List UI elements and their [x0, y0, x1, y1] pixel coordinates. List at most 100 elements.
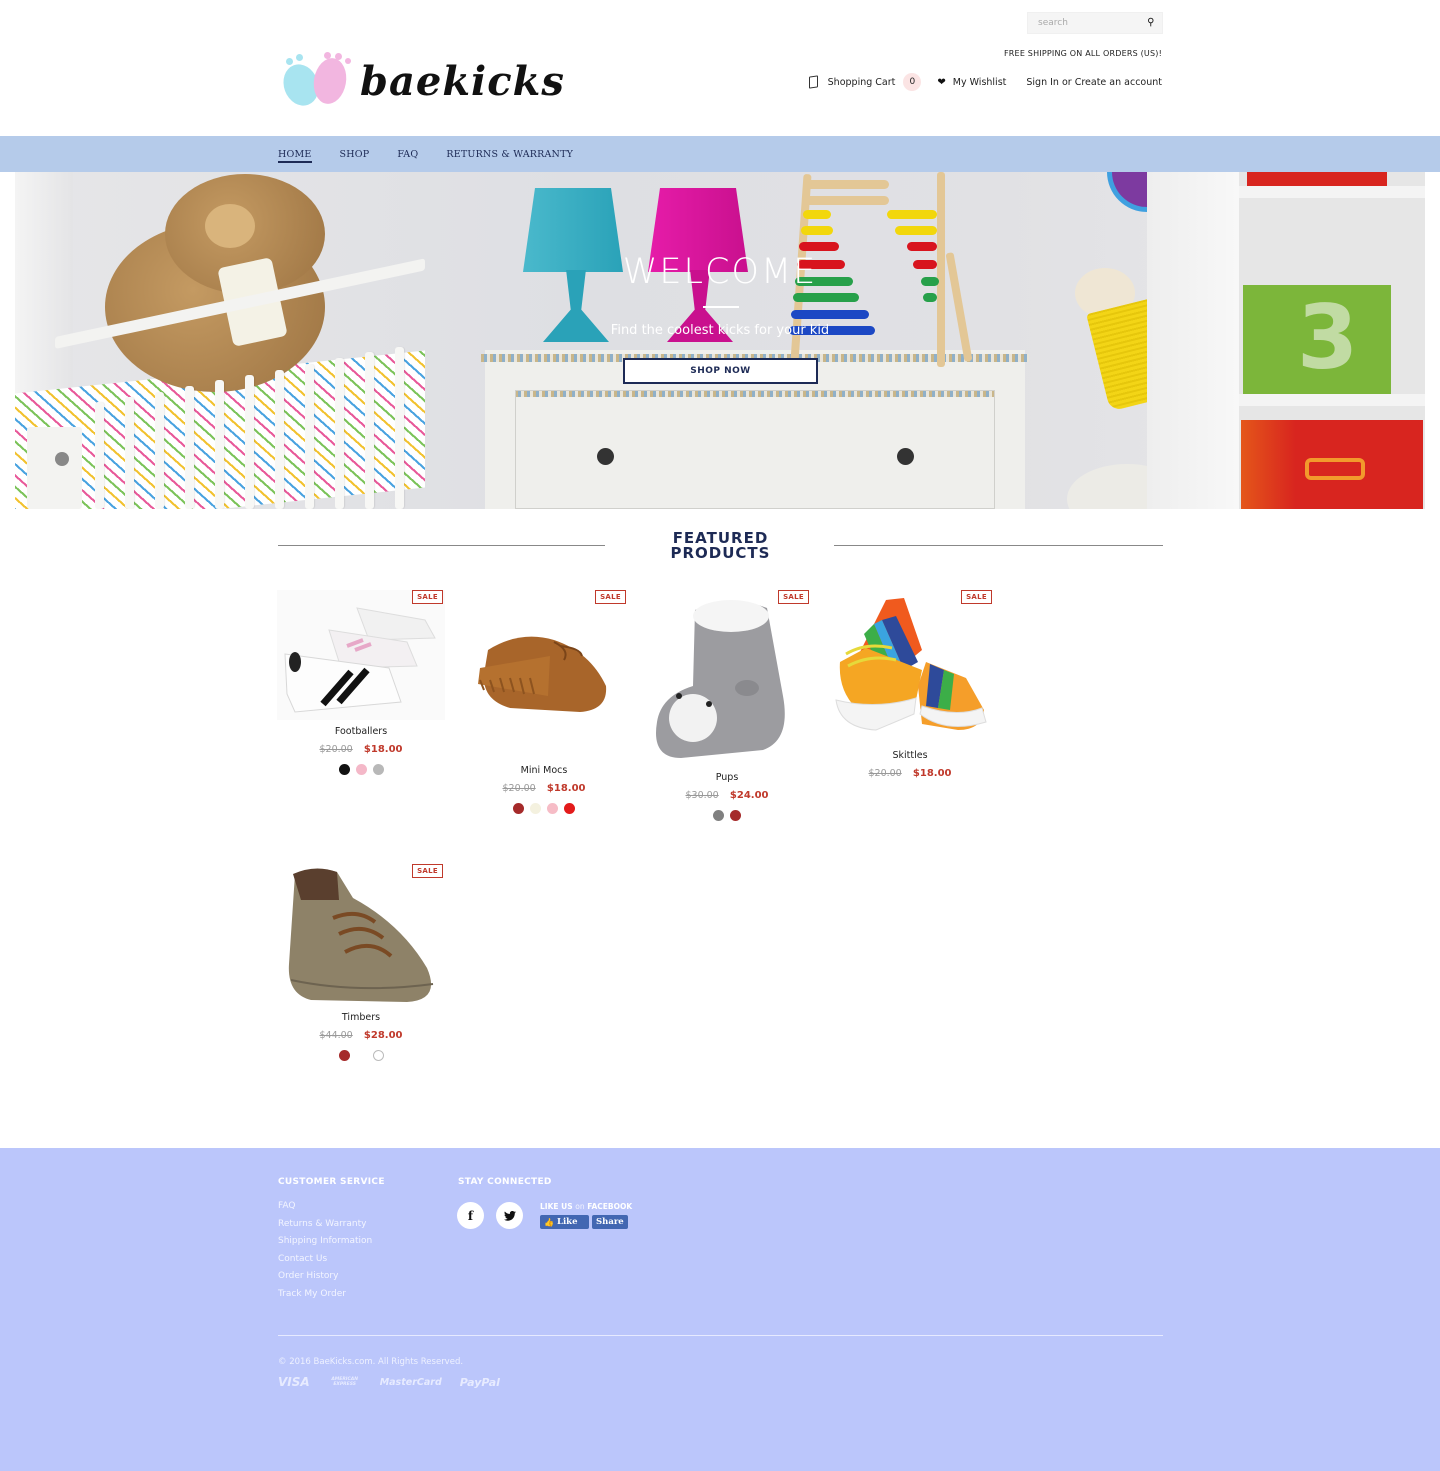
footer-link-shipping[interactable]: Shipping Information: [278, 1236, 372, 1246]
payment-methods: VISA AMERICAN EXPRESS MasterCard PayPal: [278, 1375, 500, 1389]
product-price: $20.00 $18.00: [826, 768, 994, 779]
product-card[interactable]: SALE Footballers $20.00 $18.00: [277, 590, 445, 775]
product-card[interactable]: SALE Mini Mocs $20.00 $18.00: [460, 590, 628, 814]
shop-now-button[interactable]: SHOP NOW: [623, 358, 818, 384]
customer-service-links: FAQ Returns & Warranty Shipping Informat…: [278, 1201, 372, 1306]
search-box: ⚲: [1027, 12, 1163, 34]
color-swatch[interactable]: [530, 803, 541, 814]
search-icon[interactable]: ⚲: [1147, 17, 1154, 28]
footer-link-faq[interactable]: FAQ: [278, 1201, 372, 1211]
color-swatch[interactable]: [564, 803, 575, 814]
amex-icon: AMERICAN EXPRESS: [331, 1377, 359, 1387]
color-swatches: [460, 803, 628, 814]
nav-item-shop[interactable]: SHOP: [340, 149, 370, 163]
sale-price: $24.00: [729, 790, 769, 801]
color-swatch[interactable]: [730, 810, 741, 821]
hero-banner: 3 WELCOME Find the coolest kicks for you…: [15, 172, 1425, 509]
facebook-icon[interactable]: f: [457, 1202, 484, 1229]
product-name[interactable]: Mini Mocs: [460, 765, 628, 776]
boot-image: [656, 600, 785, 758]
color-swatch[interactable]: [713, 810, 724, 821]
twitter-icon[interactable]: [496, 1202, 523, 1229]
nav-item-home[interactable]: HOME: [278, 149, 312, 163]
color-swatches: [277, 764, 445, 775]
product-image[interactable]: SALE: [460, 590, 628, 759]
site-header: baekicks ⚲ FREE SHIPPING ON ALL ORDERS (…: [0, 0, 1440, 136]
site-footer: CUSTOMER SERVICE FAQ Returns & Warranty …: [0, 1148, 1440, 1471]
footer-link-returns[interactable]: Returns & Warranty: [278, 1219, 372, 1229]
footer-link-track-order[interactable]: Track My Order: [278, 1289, 372, 1299]
mastercard-icon: MasterCard: [379, 1376, 442, 1388]
color-swatch[interactable]: [338, 764, 350, 775]
color-swatch[interactable]: [338, 1050, 350, 1061]
color-swatch[interactable]: [513, 803, 524, 814]
product-image[interactable]: SALE: [277, 864, 445, 1006]
search-input[interactable]: [1028, 18, 1138, 28]
like-us-text: LIKE US: [540, 1202, 573, 1211]
section-title-line2: PRODUCTS: [670, 544, 771, 562]
sign-in-link[interactable]: Sign In or Create an account: [1026, 77, 1162, 88]
shopping-cart-link[interactable]: Shopping Cart: [828, 77, 896, 88]
product-card[interactable]: SALE Timbers $44.00 $28.00: [277, 864, 445, 1061]
sale-badge: SALE: [595, 590, 626, 604]
hero-overlay: WELCOME Find the coolest kicks for your …: [15, 172, 1425, 509]
heart-icon: ❤: [937, 76, 946, 88]
logo-toe: [324, 52, 331, 59]
free-shipping-banner: FREE SHIPPING ON ALL ORDERS (US)!: [1004, 49, 1162, 58]
product-image[interactable]: SALE: [277, 590, 445, 720]
like-us-on-facebook: LIKE US on FACEBOOK: [540, 1202, 632, 1211]
product-price: $44.00 $28.00: [277, 1030, 445, 1041]
color-swatches: [643, 810, 811, 821]
product-name[interactable]: Pups: [643, 772, 811, 783]
hero-title: WELCOME: [622, 252, 818, 292]
main-nav: HOME SHOP FAQ RETURNS & WARRANTY: [0, 136, 1440, 172]
product-card[interactable]: SALE Skittles $20.00 $18.00: [826, 590, 994, 779]
twitter-bird-glyph: [503, 1210, 516, 1221]
nav-item-returns-warranty[interactable]: RETURNS & WARRANTY: [446, 149, 573, 163]
footer-link-order-history[interactable]: Order History: [278, 1271, 372, 1281]
paypal-icon: PayPal: [459, 1375, 500, 1389]
logo[interactable]: baekicks: [277, 50, 564, 112]
facebook-share-button[interactable]: Share: [592, 1215, 628, 1229]
sale-badge: SALE: [778, 590, 809, 604]
product-name[interactable]: Timbers: [277, 1012, 445, 1023]
facebook-like-button[interactable]: 👍 Like: [540, 1215, 589, 1229]
shopping-bag-icon: [808, 75, 818, 89]
account-links: Shopping Cart 0 ❤ My Wishlist Sign In or…: [808, 73, 1162, 91]
moccasin-image: [478, 636, 607, 712]
heading-rule-right: [834, 545, 1163, 546]
footer-divider: [278, 1335, 1163, 1336]
logo-toe: [335, 53, 342, 60]
color-swatch[interactable]: [372, 764, 384, 775]
compare-at-price: $44.00: [319, 1030, 353, 1041]
product-name[interactable]: Footballers: [277, 726, 445, 737]
footer-link-contact[interactable]: Contact Us: [278, 1254, 372, 1264]
product-card[interactable]: SALE Pups $30.00 $24.00: [643, 590, 811, 821]
product-image[interactable]: SALE: [643, 590, 811, 766]
color-swatch[interactable]: [372, 1050, 384, 1061]
logo-toe: [296, 54, 303, 61]
compare-at-price: $20.00: [319, 744, 353, 755]
logo-toe: [286, 58, 293, 65]
nav-item-faq[interactable]: FAQ: [397, 149, 418, 163]
color-swatch[interactable]: [547, 803, 558, 814]
wishlist-link[interactable]: My Wishlist: [953, 77, 1007, 88]
cart-count-badge: 0: [903, 73, 922, 91]
logo-footprint-pink: [310, 55, 350, 107]
compare-at-price: $20.00: [502, 783, 536, 794]
product-name[interactable]: Skittles: [826, 750, 994, 761]
featured-products-heading: FEATURED PRODUCTS: [278, 531, 1163, 561]
sale-badge: SALE: [412, 590, 443, 604]
sale-badge: SALE: [961, 590, 992, 604]
sale-price: $18.00: [546, 783, 586, 794]
color-swatch[interactable]: [355, 764, 367, 775]
hero-divider: [703, 306, 739, 308]
sale-price: $18.00: [912, 768, 952, 779]
product-image[interactable]: SALE: [826, 590, 994, 744]
product-price: $20.00 $18.00: [460, 783, 628, 794]
logo-toe: [345, 58, 351, 64]
section-title: FEATURED PRODUCTS: [278, 531, 1163, 561]
compare-at-price: $20.00: [868, 768, 902, 779]
like-us-facebook-text: FACEBOOK: [587, 1202, 633, 1211]
boot-image: [288, 868, 434, 1002]
